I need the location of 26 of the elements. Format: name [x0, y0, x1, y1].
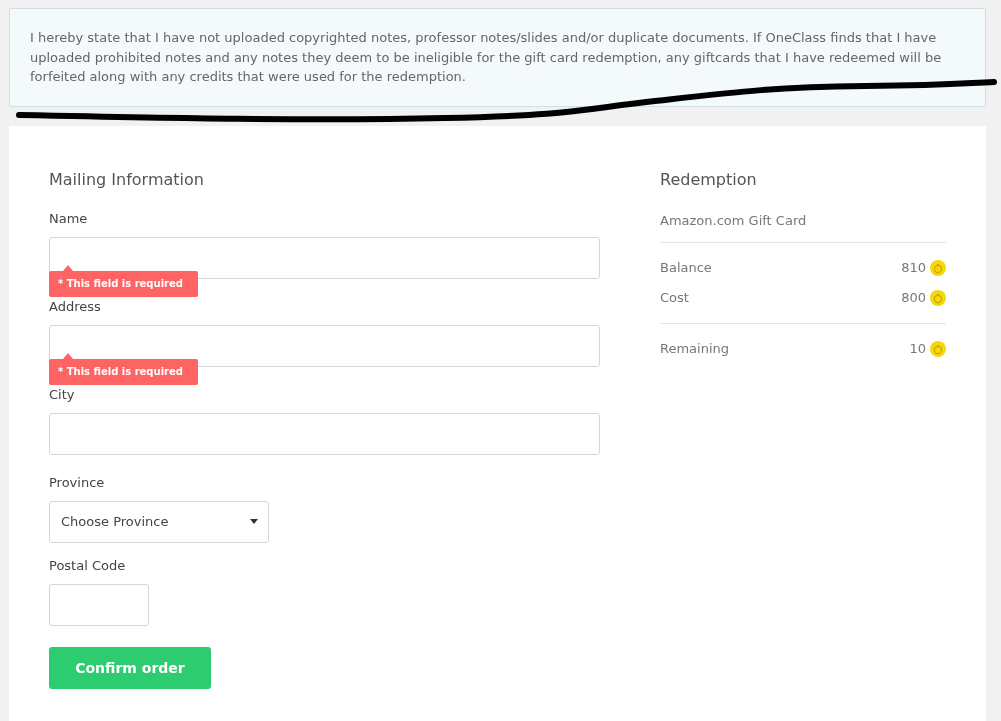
disclaimer-text: I hereby state that I have not uploaded copyrighted notes, professor notes/slides and/or duplicate documents. If OneClass finds that I have uploaded prohibited notes and any notes they deem to be ineligible for the gift card redemption, any giftcards that I have redeemed will be forfeited along with any credits that were used for the redemption. [30, 29, 943, 86]
amount: 10 [909, 339, 926, 358]
row-label: Remaining [660, 339, 730, 358]
caret-icon [250, 519, 258, 524]
section-title: Mailing Information [49, 168, 204, 191]
amount: 810 [901, 258, 926, 277]
input-field[interactable] [49, 412, 600, 455]
coin-icon [930, 289, 946, 306]
field-label: Name [49, 209, 88, 228]
section-title: Redemption [660, 168, 757, 191]
field-label: Province [49, 473, 105, 492]
field-label: Postal Code [49, 556, 126, 575]
field-label: City [49, 385, 75, 404]
coin-icon [930, 340, 946, 357]
row-label: Cost [660, 288, 689, 307]
row-label: Balance [660, 258, 712, 277]
dropdown[interactable]: Choose Province [49, 500, 269, 543]
input-field[interactable] [49, 324, 600, 367]
error-tooltip: * This field is required [49, 352, 198, 385]
gift-card-name: Amazon.com Gift Card [660, 211, 807, 230]
input-field[interactable] [49, 583, 149, 626]
field-label: Address [49, 297, 101, 316]
error-tooltip: * This field is required [49, 264, 198, 297]
input-field[interactable] [49, 236, 600, 279]
coin-icon [930, 259, 946, 276]
amount: 800 [901, 288, 926, 307]
